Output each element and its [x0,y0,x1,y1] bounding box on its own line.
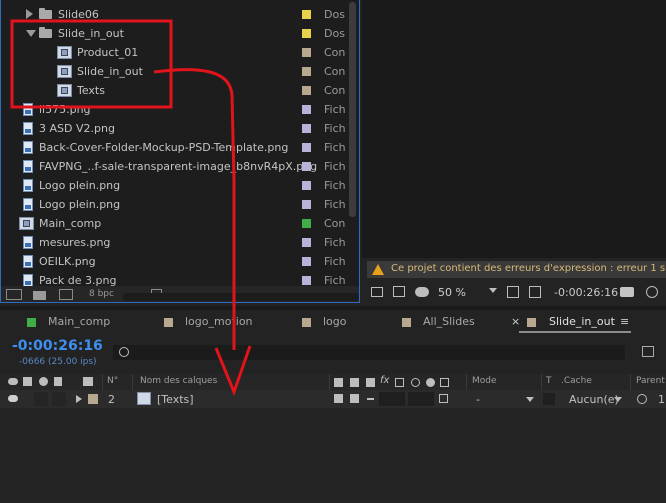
annotation-overlay [10,19,252,397]
annotation-box [10,19,173,109]
annotation-arrowhead [214,345,252,397]
annotation-line [153,68,236,350]
